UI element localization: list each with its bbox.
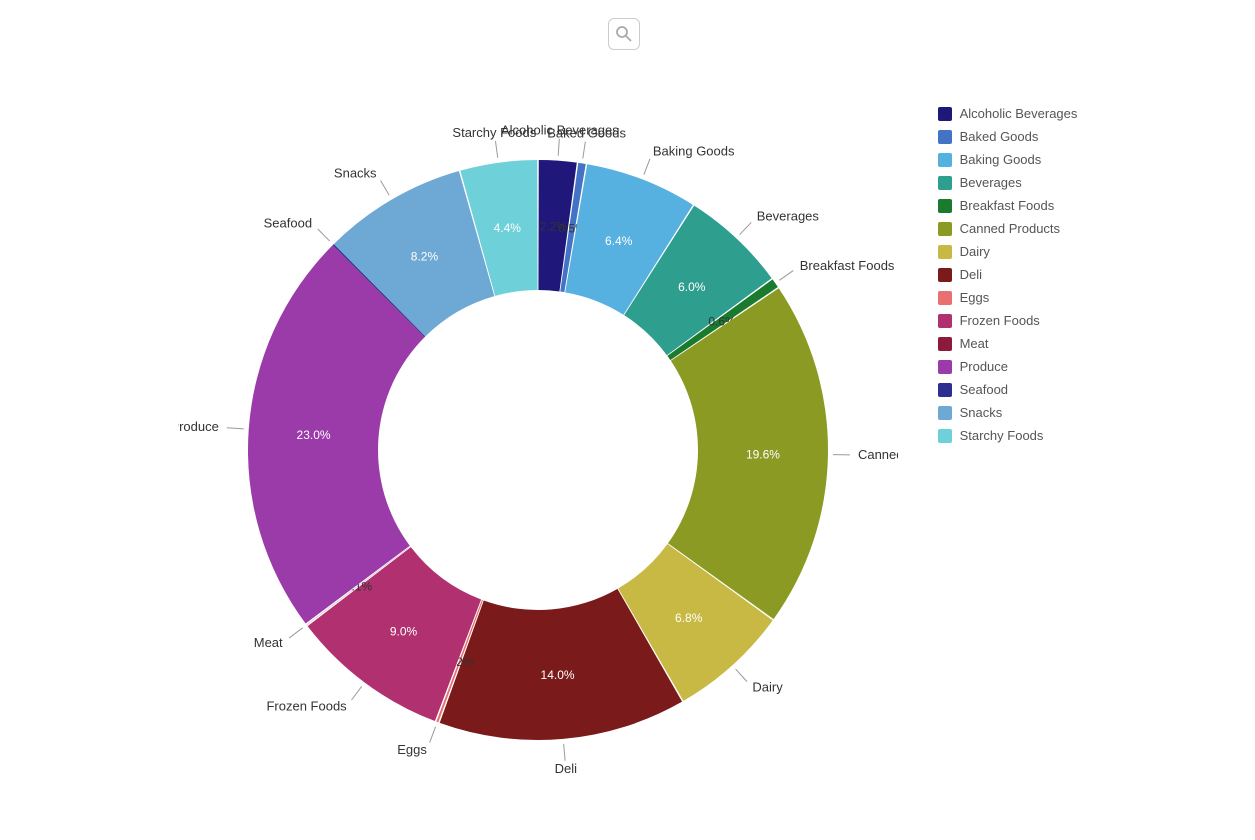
- segment-line: [380, 181, 389, 196]
- legend-label: Breakfast Foods: [960, 198, 1055, 213]
- segment-outer-label: Eggs: [397, 742, 427, 757]
- segment-outer-label: Seafood: [263, 215, 311, 230]
- legend-item: Produce: [938, 359, 1078, 374]
- legend-label: Baked Goods: [960, 129, 1039, 144]
- segment-line: [495, 141, 497, 158]
- legend-item: Baking Goods: [938, 152, 1078, 167]
- segment-line: [317, 229, 329, 241]
- legend-swatch: [938, 429, 952, 443]
- legend-item: Snacks: [938, 405, 1078, 420]
- segment-line: [735, 669, 746, 682]
- legend-item: Seafood: [938, 382, 1078, 397]
- legend-swatch: [938, 383, 952, 397]
- legend-item: Breakfast Foods: [938, 198, 1078, 213]
- segment-outer-label: Breakfast Foods: [799, 258, 894, 273]
- segment-outer-label: Beverages: [756, 208, 819, 223]
- segment-pct-label: 9.0%: [389, 624, 417, 638]
- segment-pct-label: 8.2%: [410, 250, 438, 264]
- segment-pct-label: 14.0%: [540, 668, 574, 682]
- segment-outer-label: Snacks: [334, 166, 377, 181]
- legend-label: Deli: [960, 267, 982, 282]
- segment-line: [582, 142, 585, 159]
- segment-pct-label: 6.4%: [605, 234, 633, 248]
- legend-item: Starchy Foods: [938, 428, 1078, 443]
- legend-label: Baking Goods: [960, 152, 1042, 167]
- legend-item: Baked Goods: [938, 129, 1078, 144]
- legend-label: Meat: [960, 336, 989, 351]
- legend-label: Snacks: [960, 405, 1003, 420]
- segment-line: [429, 727, 435, 743]
- segment-line: [739, 222, 751, 234]
- legend-swatch: [938, 291, 952, 305]
- legend-item: Dairy: [938, 244, 1078, 259]
- chart-area: 2.2%0.5%6.4%6.0%0.6%19.6%6.8%14.0%0.2%9.…: [0, 60, 1255, 840]
- legend-item: Alcoholic Beverages: [938, 106, 1078, 121]
- legend-swatch: [938, 406, 952, 420]
- legend-swatch: [938, 176, 952, 190]
- legend-label: Eggs: [960, 290, 990, 305]
- segment-outer-label: Frozen Foods: [266, 699, 347, 714]
- chart-header: [0, 0, 1255, 60]
- header-icon: [608, 18, 640, 50]
- legend-label: Produce: [960, 359, 1008, 374]
- segment-outer-label: Deli: [554, 761, 577, 776]
- legend-item: Eggs: [938, 290, 1078, 305]
- segment-pct-label: 19.6%: [746, 447, 780, 461]
- legend-swatch: [938, 107, 952, 121]
- legend-label: Seafood: [960, 382, 1008, 397]
- segment-pct-label: 4.4%: [493, 221, 521, 235]
- segment-outer-label: Canned Products: [858, 447, 898, 462]
- legend-swatch: [938, 245, 952, 259]
- segment-pct-label: 6.0%: [678, 280, 706, 294]
- legend-item: Beverages: [938, 175, 1078, 190]
- segment-outer-label: Dairy: [752, 680, 783, 695]
- legend-swatch: [938, 153, 952, 167]
- legend-label: Frozen Foods: [960, 313, 1040, 328]
- segment-line: [289, 628, 303, 638]
- legend-label: Canned Products: [960, 221, 1060, 236]
- segment-line: [643, 159, 649, 175]
- legend-item: Meat: [938, 336, 1078, 351]
- segment-line: [226, 428, 243, 429]
- legend-swatch: [938, 130, 952, 144]
- legend-label: Alcoholic Beverages: [960, 106, 1078, 121]
- segment-outer-label: Baking Goods: [652, 143, 734, 158]
- legend-swatch: [938, 337, 952, 351]
- segment-line: [563, 744, 564, 761]
- legend-item: Frozen Foods: [938, 313, 1078, 328]
- legend-label: Starchy Foods: [960, 428, 1044, 443]
- segment-pct-label: 6.8%: [675, 611, 703, 625]
- legend: Alcoholic Beverages Baked Goods Baking Goo…: [938, 60, 1078, 451]
- legend-label: Dairy: [960, 244, 990, 259]
- legend-label: Beverages: [960, 175, 1022, 190]
- legend-swatch: [938, 360, 952, 374]
- segment-outer-label: Baked Goods: [547, 126, 626, 141]
- segment-line: [779, 271, 793, 281]
- segment-outer-label: Meat: [253, 635, 282, 650]
- segment-pct-label: 23.0%: [296, 428, 330, 442]
- legend-item: Canned Products: [938, 221, 1078, 236]
- segment-outer-label: Produce: [178, 419, 219, 434]
- segment-line: [351, 686, 361, 700]
- donut-chart: 2.2%0.5%6.4%6.0%0.6%19.6%6.8%14.0%0.2%9.…: [178, 90, 898, 810]
- legend-swatch: [938, 222, 952, 236]
- segment-line: [558, 139, 559, 156]
- donut-svg: 2.2%0.5%6.4%6.0%0.6%19.6%6.8%14.0%0.2%9.…: [178, 90, 898, 810]
- legend-item: Deli: [938, 267, 1078, 282]
- segment-outer-label: Starchy Foods: [452, 125, 536, 140]
- legend-swatch: [938, 199, 952, 213]
- legend-swatch: [938, 314, 952, 328]
- legend-swatch: [938, 268, 952, 282]
